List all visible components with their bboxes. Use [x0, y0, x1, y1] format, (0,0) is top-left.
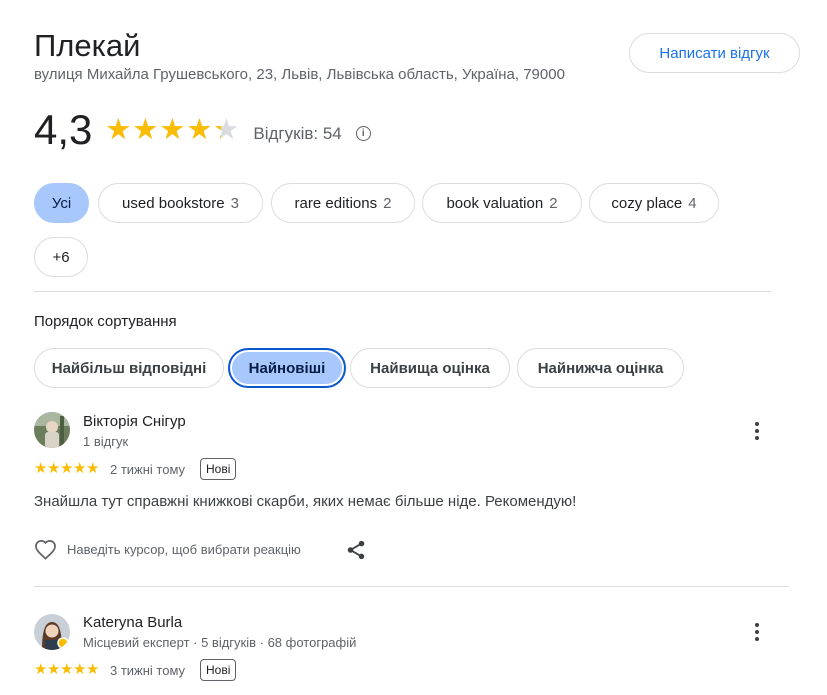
filter-chip-count: 3 — [230, 194, 239, 212]
sort-most-relevant-button[interactable]: Найбільш відповідні — [34, 348, 224, 388]
filter-chip-all[interactable]: Усі — [34, 183, 89, 223]
rating-summary: 4,3 ★★★★★★★★★★ Відгуків: 54 i — [34, 106, 371, 154]
rating-value: 4,3 — [34, 106, 93, 153]
info-icon[interactable]: i — [355, 125, 371, 141]
review-author[interactable]: Вікторія Снігур — [83, 413, 186, 430]
star-icon: ★ — [60, 460, 74, 477]
filter-chip-label: rare editions — [294, 194, 378, 212]
filter-chip-used-bookstore[interactable]: used bookstore 3 — [98, 183, 263, 223]
star-icon: ★★ — [132, 113, 159, 146]
sort-label: Порядок сортування — [34, 313, 177, 330]
review-time: 3 тижні тому — [110, 663, 186, 678]
star-icon: ★ — [86, 661, 100, 678]
star-icon: ★★ — [213, 113, 240, 146]
filter-chip-label: used bookstore — [122, 194, 225, 212]
filter-chip-book-valuation[interactable]: book valuation 2 — [422, 183, 582, 223]
filter-chip-rare-editions[interactable]: rare editions 2 — [271, 183, 415, 223]
star-icon: ★ — [73, 661, 87, 678]
reviews-count: Відгуків: 54 — [253, 124, 342, 143]
filter-chip-count: 2 — [383, 194, 392, 212]
star-icon: ★ — [47, 460, 61, 477]
share-icon[interactable] — [345, 539, 367, 561]
sort-newest-button[interactable]: Найновіші — [228, 348, 346, 388]
sort-highest-button[interactable]: Найвища оцінка — [350, 348, 510, 388]
review-author[interactable]: Kateryna Burla — [83, 614, 182, 631]
star-icon: ★★ — [105, 113, 132, 146]
star-icon: ★ — [47, 661, 61, 678]
filter-chip-count: 2 — [549, 194, 558, 212]
write-review-button[interactable]: Написати відгук — [629, 33, 800, 73]
filter-chip-label: Усі — [51, 194, 72, 212]
sort-lowest-button[interactable]: Найнижча оцінка — [517, 348, 684, 388]
divider — [34, 291, 771, 292]
avatar-photo — [34, 614, 70, 650]
avatar[interactable] — [34, 412, 70, 448]
star-icon: ★★ — [186, 113, 213, 146]
star-icon: ★ — [73, 460, 87, 477]
review-stars: ★ ★ ★ ★ ★ — [34, 461, 99, 476]
filter-chip-label: cozy place — [611, 194, 683, 212]
filter-chip-label: +6 — [52, 248, 70, 266]
place-address: вулиця Михайла Грушевського, 23, Львів, … — [34, 66, 565, 83]
new-badge: Нові — [200, 659, 237, 681]
place-title: Плекай — [34, 28, 141, 63]
reaction-button[interactable]: Наведіть курсор, щоб вибрати реакцію — [34, 539, 301, 560]
divider — [34, 586, 789, 587]
more-options-icon[interactable] — [745, 419, 769, 443]
filter-chip-count: 4 — [688, 194, 697, 212]
reaction-hint: Наведіть курсор, щоб вибрати реакцію — [67, 542, 301, 557]
new-badge: Нові — [200, 458, 237, 480]
filter-chip-label: book valuation — [446, 194, 544, 212]
avatar-photo — [34, 412, 70, 448]
review-author-meta: 1 відгук — [83, 434, 129, 449]
filter-chip-more[interactable]: +6 — [34, 237, 88, 277]
heart-icon — [35, 540, 56, 560]
filter-chip-cozy-place[interactable]: cozy place 4 — [589, 183, 719, 223]
avatar[interactable] — [34, 614, 70, 650]
more-options-icon[interactable] — [745, 620, 769, 644]
star-icon: ★ — [60, 661, 74, 678]
star-icon: ★ — [34, 460, 48, 477]
review-author-meta: Місцевий експерт · 5 відгуків · 68 фотог… — [83, 635, 357, 650]
review-time: 2 тижні тому — [110, 462, 186, 477]
star-icon: ★ — [34, 661, 48, 678]
review-text: Знайшла тут справжні книжкові скарби, як… — [34, 493, 577, 510]
share-icon-svg — [347, 540, 365, 560]
star-icon: ★ — [86, 460, 100, 477]
rating-stars: ★★★★★★★★★★ — [105, 113, 240, 146]
review-stars: ★ ★ ★ ★ ★ — [34, 662, 99, 677]
star-icon: ★★ — [159, 113, 186, 146]
